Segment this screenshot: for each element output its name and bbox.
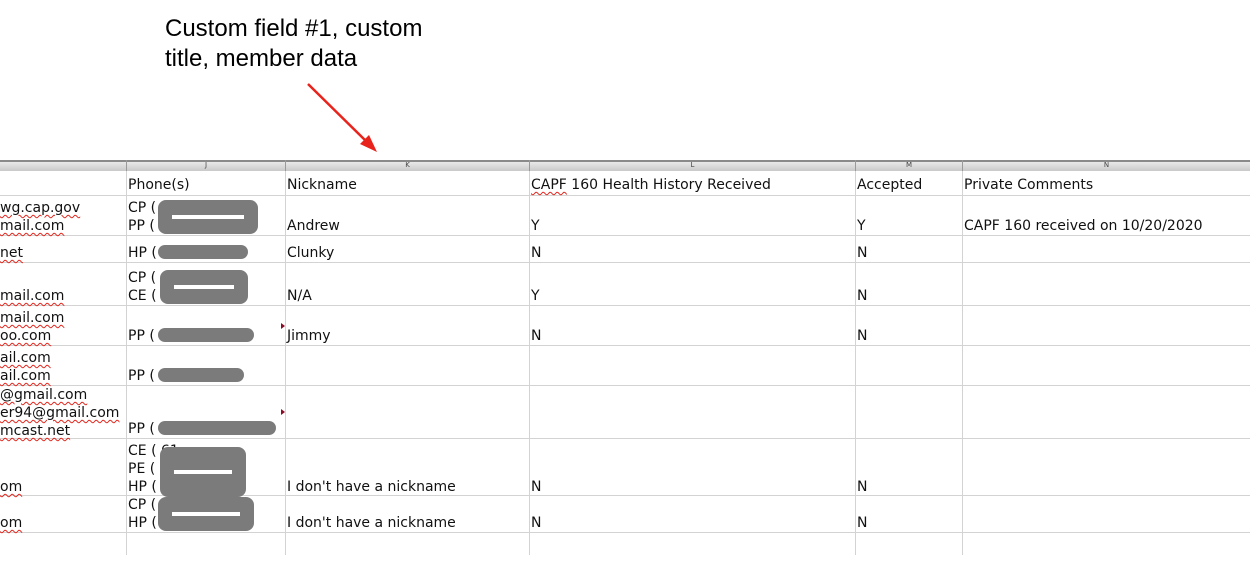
- email-cell[interactable]: wg.cap.gov mail.com: [0, 199, 80, 235]
- accepted-cell[interactable]: N: [857, 287, 867, 305]
- column-letter-k[interactable]: K: [286, 160, 529, 171]
- comments-cell[interactable]: CAPF 160 received on 10/20/2020: [964, 217, 1203, 235]
- spreadsheet: J K L M N Phone(s) Nickname CAPF 160 Hea…: [0, 160, 1250, 555]
- header-phones[interactable]: Phone(s): [128, 176, 190, 194]
- annotation-callout: Custom field #1, custom title, member da…: [165, 15, 423, 72]
- redaction-block: [158, 368, 244, 382]
- column-letter-m[interactable]: M: [856, 160, 962, 171]
- accepted-cell[interactable]: N: [857, 244, 867, 262]
- column-letter-n[interactable]: N: [963, 160, 1250, 171]
- redaction-block: [158, 245, 248, 259]
- capf160-cell[interactable]: N: [531, 327, 541, 345]
- nickname-cell[interactable]: Jimmy: [287, 327, 331, 345]
- nickname-cell[interactable]: I don't have a nickname: [287, 478, 456, 496]
- accepted-cell[interactable]: N: [857, 327, 867, 345]
- nickname-cell[interactable]: N/A: [287, 287, 312, 305]
- capf160-cell[interactable]: N: [531, 244, 541, 262]
- capf160-cell[interactable]: Y: [531, 287, 540, 305]
- comment-indicator[interactable]: [281, 409, 285, 415]
- column-letter-l[interactable]: L: [530, 160, 855, 171]
- redaction-block: [158, 497, 254, 531]
- header-accepted[interactable]: Accepted: [857, 176, 922, 194]
- redaction-block: [158, 200, 258, 234]
- nickname-cell[interactable]: I don't have a nickname: [287, 514, 456, 532]
- email-cell[interactable]: om: [0, 442, 22, 496]
- annotation-arrow: [307, 83, 377, 152]
- accepted-cell[interactable]: N: [857, 478, 867, 496]
- header-nickname[interactable]: Nickname: [287, 176, 357, 194]
- nickname-cell[interactable]: Andrew: [287, 217, 340, 235]
- capf160-cell[interactable]: N: [531, 514, 541, 532]
- column-letter-j[interactable]: J: [127, 160, 285, 171]
- comment-indicator[interactable]: [281, 323, 285, 329]
- capf160-cell[interactable]: N: [531, 478, 541, 496]
- email-cell[interactable]: net: [0, 244, 23, 262]
- email-cell[interactable]: @gmail.com er94@gmail.com mcast.net: [0, 386, 119, 440]
- redaction-block: [158, 421, 276, 435]
- accepted-cell[interactable]: Y: [857, 217, 866, 235]
- header-private-comments[interactable]: Private Comments: [964, 176, 1093, 194]
- capf160-cell[interactable]: Y: [531, 217, 540, 235]
- nickname-cell[interactable]: Clunky: [287, 244, 334, 262]
- accepted-cell[interactable]: N: [857, 514, 867, 532]
- redaction-block: [158, 328, 254, 342]
- email-cell[interactable]: mail.com oo.com: [0, 309, 64, 345]
- redaction-block: [160, 447, 246, 497]
- header-capf160[interactable]: CAPF 160 Health History Received: [531, 176, 771, 194]
- email-cell[interactable]: mail.com: [0, 269, 64, 305]
- email-cell[interactable]: ail.com ail.com: [0, 349, 51, 385]
- email-cell[interactable]: om: [0, 496, 22, 532]
- redaction-block: [160, 270, 248, 304]
